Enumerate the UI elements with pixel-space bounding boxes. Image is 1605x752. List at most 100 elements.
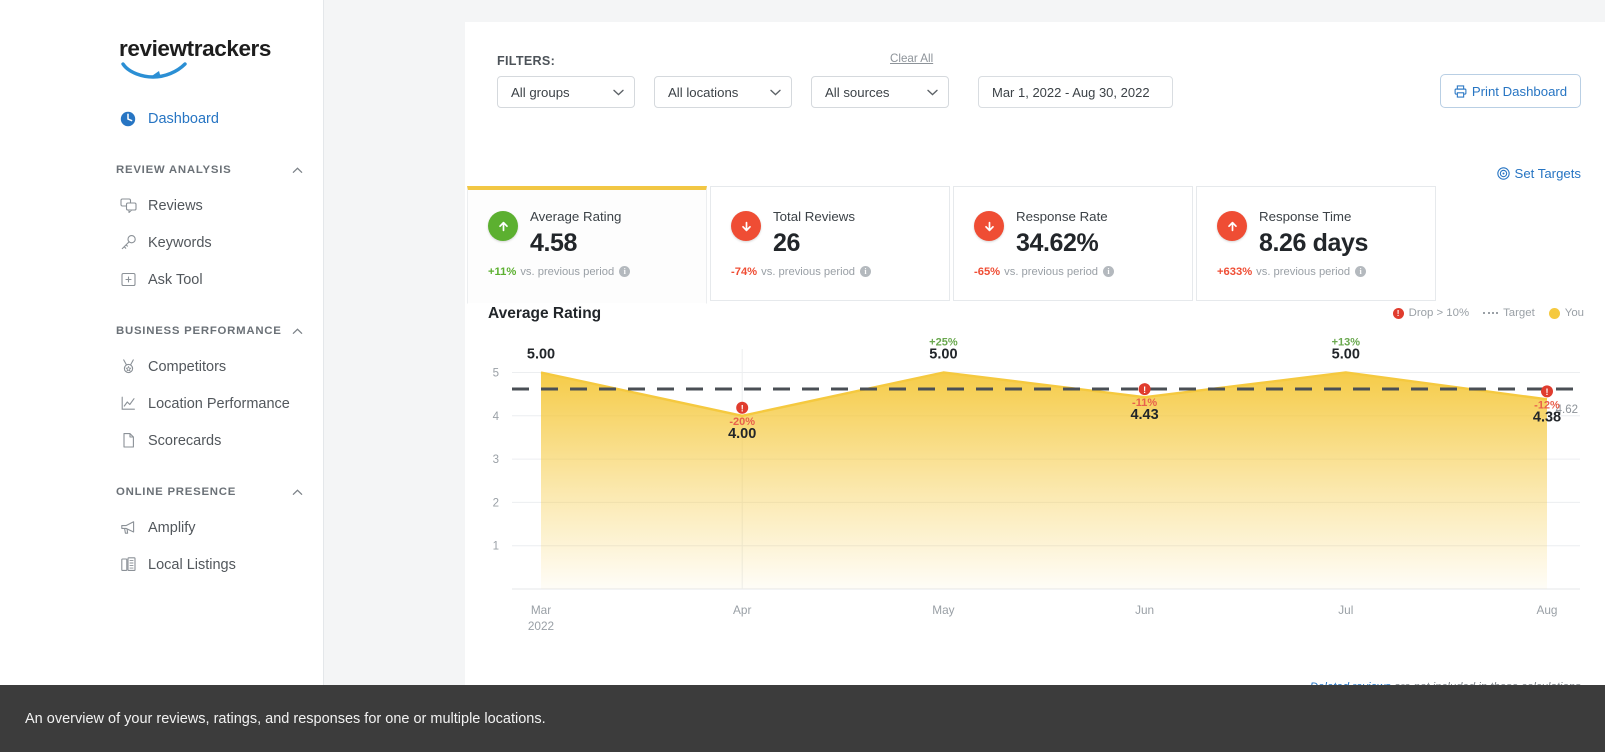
sidebar-item-amplify[interactable]: Amplify — [0, 509, 324, 546]
arrow-up-icon — [488, 211, 518, 241]
sidebar-item-label: Keywords — [148, 234, 212, 251]
legend-item-drop[interactable]: Drop > 10% — [1392, 307, 1469, 319]
document-icon — [119, 432, 137, 450]
sidebar-item-label: Dashboard — [148, 110, 219, 127]
sidebar-item-local-listings[interactable]: Local Listings — [0, 546, 324, 583]
sidebar-item-reviews[interactable]: Reviews — [0, 187, 324, 224]
set-targets-label: Set Targets — [1514, 166, 1581, 181]
locations-filter-value: All locations — [668, 84, 739, 100]
kpi-delta-pct: +11% — [488, 265, 517, 278]
kpi-title: Average Rating — [530, 209, 622, 224]
info-icon[interactable]: i — [860, 266, 872, 278]
kpi-card-total-reviews[interactable]: Total Reviews 26 -74% vs. previous perio… — [710, 186, 950, 301]
sidebar-nav: Dashboard REVIEW ANALYSIS Reviews Keywor… — [0, 100, 324, 583]
target-icon — [1496, 167, 1510, 180]
svg-text:4.00: 4.00 — [728, 426, 756, 442]
sidebar-item-label: Competitors — [148, 358, 227, 375]
kpi-delta-suffix: vs. previous period — [520, 265, 615, 278]
sidebar-section-online-presence[interactable]: ONLINE PRESENCE — [0, 475, 324, 509]
kpi-value: 4.58 — [530, 228, 578, 257]
sidebar-item-label: Reviews — [148, 197, 203, 214]
chart-title: Average Rating — [488, 305, 602, 322]
sidebar-item-label: Ask Tool — [148, 271, 203, 288]
svg-text:-20%: -20% — [729, 416, 755, 428]
chevron-up-icon — [292, 488, 303, 495]
groups-filter-value: All groups — [511, 84, 570, 100]
svg-text:5.00: 5.00 — [527, 346, 555, 362]
svg-text:Aug: Aug — [1537, 603, 1558, 617]
average-rating-area-chart[interactable]: 123454.625.004.00-20%!5.00+25%4.43-11%!5… — [465, 327, 1605, 672]
sources-filter-select[interactable]: All sources — [811, 76, 949, 108]
sidebar-item-label: Location Performance — [148, 395, 290, 412]
kpi-cards: Average Rating 4.58 +11% vs. previous pe… — [467, 186, 1436, 304]
sidebar-section-label: REVIEW ANALYSIS — [116, 164, 232, 176]
legend-item-target[interactable]: Target — [1483, 307, 1535, 319]
dashed-line-icon — [1483, 312, 1499, 314]
kpi-title: Response Time — [1259, 209, 1352, 224]
sidebar-item-location-performance[interactable]: Location Performance — [0, 385, 324, 422]
svg-text:+13%: +13% — [1332, 336, 1361, 348]
sidebar-section-business-performance[interactable]: BUSINESS PERFORMANCE — [0, 314, 324, 348]
dashboard-card: FILTERS: Clear All All groups All locati… — [465, 22, 1605, 685]
arrow-down-icon — [974, 211, 1004, 241]
sidebar-item-scorecards[interactable]: Scorecards — [0, 422, 324, 459]
info-icon[interactable]: i — [1355, 266, 1367, 278]
legend-item-you[interactable]: You — [1548, 307, 1584, 319]
svg-text:4: 4 — [493, 411, 500, 423]
kpi-delta-suffix: vs. previous period — [1004, 265, 1099, 278]
sidebar-item-ask-tool[interactable]: Ask Tool — [0, 261, 324, 298]
logo-swoosh-icon — [121, 61, 187, 79]
filters-row: All groups All locations All sources Mar… — [497, 76, 1173, 108]
kpi-delta-suffix: vs. previous period — [761, 265, 856, 278]
svg-text:5: 5 — [493, 367, 499, 379]
key-icon — [119, 234, 137, 252]
kpi-card-average-rating[interactable]: Average Rating 4.58 +11% vs. previous pe… — [467, 186, 707, 304]
sidebar-section-review-analysis[interactable]: REVIEW ANALYSIS — [0, 153, 324, 187]
print-dashboard-button[interactable]: Print Dashboard — [1440, 74, 1581, 108]
sidebar-item-dashboard[interactable]: Dashboard — [0, 100, 324, 137]
sidebar-item-keywords[interactable]: Keywords — [0, 224, 324, 261]
locations-filter-select[interactable]: All locations — [654, 76, 792, 108]
chevron-down-icon — [770, 89, 781, 96]
kpi-delta-pct: +633% — [1217, 265, 1253, 278]
kpi-delta: +633% vs. previous period i — [1217, 266, 1435, 278]
svg-text:2022: 2022 — [528, 619, 554, 633]
kpi-delta-pct: -65% — [974, 265, 1001, 278]
groups-filter-select[interactable]: All groups — [497, 76, 635, 108]
chart-legend: Drop > 10% Target You — [1392, 307, 1584, 319]
dashboard-icon — [119, 110, 137, 128]
date-range-filter-select[interactable]: Mar 1, 2022 - Aug 30, 2022 — [978, 76, 1173, 108]
sidebar: reviewtrackers Dashboard REVIEW ANALYSIS — [0, 0, 324, 685]
svg-text:-11%: -11% — [1132, 397, 1157, 409]
svg-text:4.38: 4.38 — [1533, 409, 1561, 425]
series-dot-icon — [1548, 307, 1560, 319]
date-range-filter-value: Mar 1, 2022 - Aug 30, 2022 — [992, 84, 1150, 100]
svg-text:+25%: +25% — [929, 336, 958, 348]
svg-text:1: 1 — [493, 541, 499, 553]
info-icon[interactable]: i — [619, 266, 631, 278]
kpi-card-response-rate[interactable]: Response Rate 34.62% -65% vs. previous p… — [953, 186, 1193, 301]
kpi-delta: +11% vs. previous period i — [488, 266, 706, 278]
kpi-delta: -65% vs. previous period i — [974, 266, 1192, 278]
kpi-delta-pct: -74% — [731, 265, 758, 278]
info-icon[interactable]: i — [1103, 266, 1115, 278]
status-bar-text: An overview of your reviews, ratings, an… — [25, 710, 546, 727]
kpi-title: Response Rate — [1016, 209, 1108, 224]
svg-text:!: ! — [1546, 387, 1549, 397]
kpi-title: Total Reviews — [773, 209, 856, 224]
plus-box-icon — [119, 271, 137, 289]
set-targets-link[interactable]: Set Targets — [1496, 166, 1581, 181]
brand-name: reviewtrackers — [119, 36, 272, 61]
line-chart-icon — [119, 395, 137, 413]
sidebar-item-competitors[interactable]: Competitors — [0, 348, 324, 385]
svg-text:Mar: Mar — [531, 603, 551, 617]
svg-text:Apr: Apr — [733, 603, 751, 617]
megaphone-icon — [119, 519, 137, 537]
svg-text:!: ! — [741, 403, 744, 413]
clear-all-link[interactable]: Clear All — [890, 52, 933, 65]
printer-icon — [1454, 84, 1467, 98]
sidebar-item-label: Scorecards — [148, 432, 222, 449]
kpi-card-response-time[interactable]: Response Time 8.26 days +633% vs. previo… — [1196, 186, 1436, 301]
main-content: FILTERS: Clear All All groups All locati… — [324, 0, 1605, 685]
brand-logo[interactable]: reviewtrackers — [119, 36, 272, 79]
